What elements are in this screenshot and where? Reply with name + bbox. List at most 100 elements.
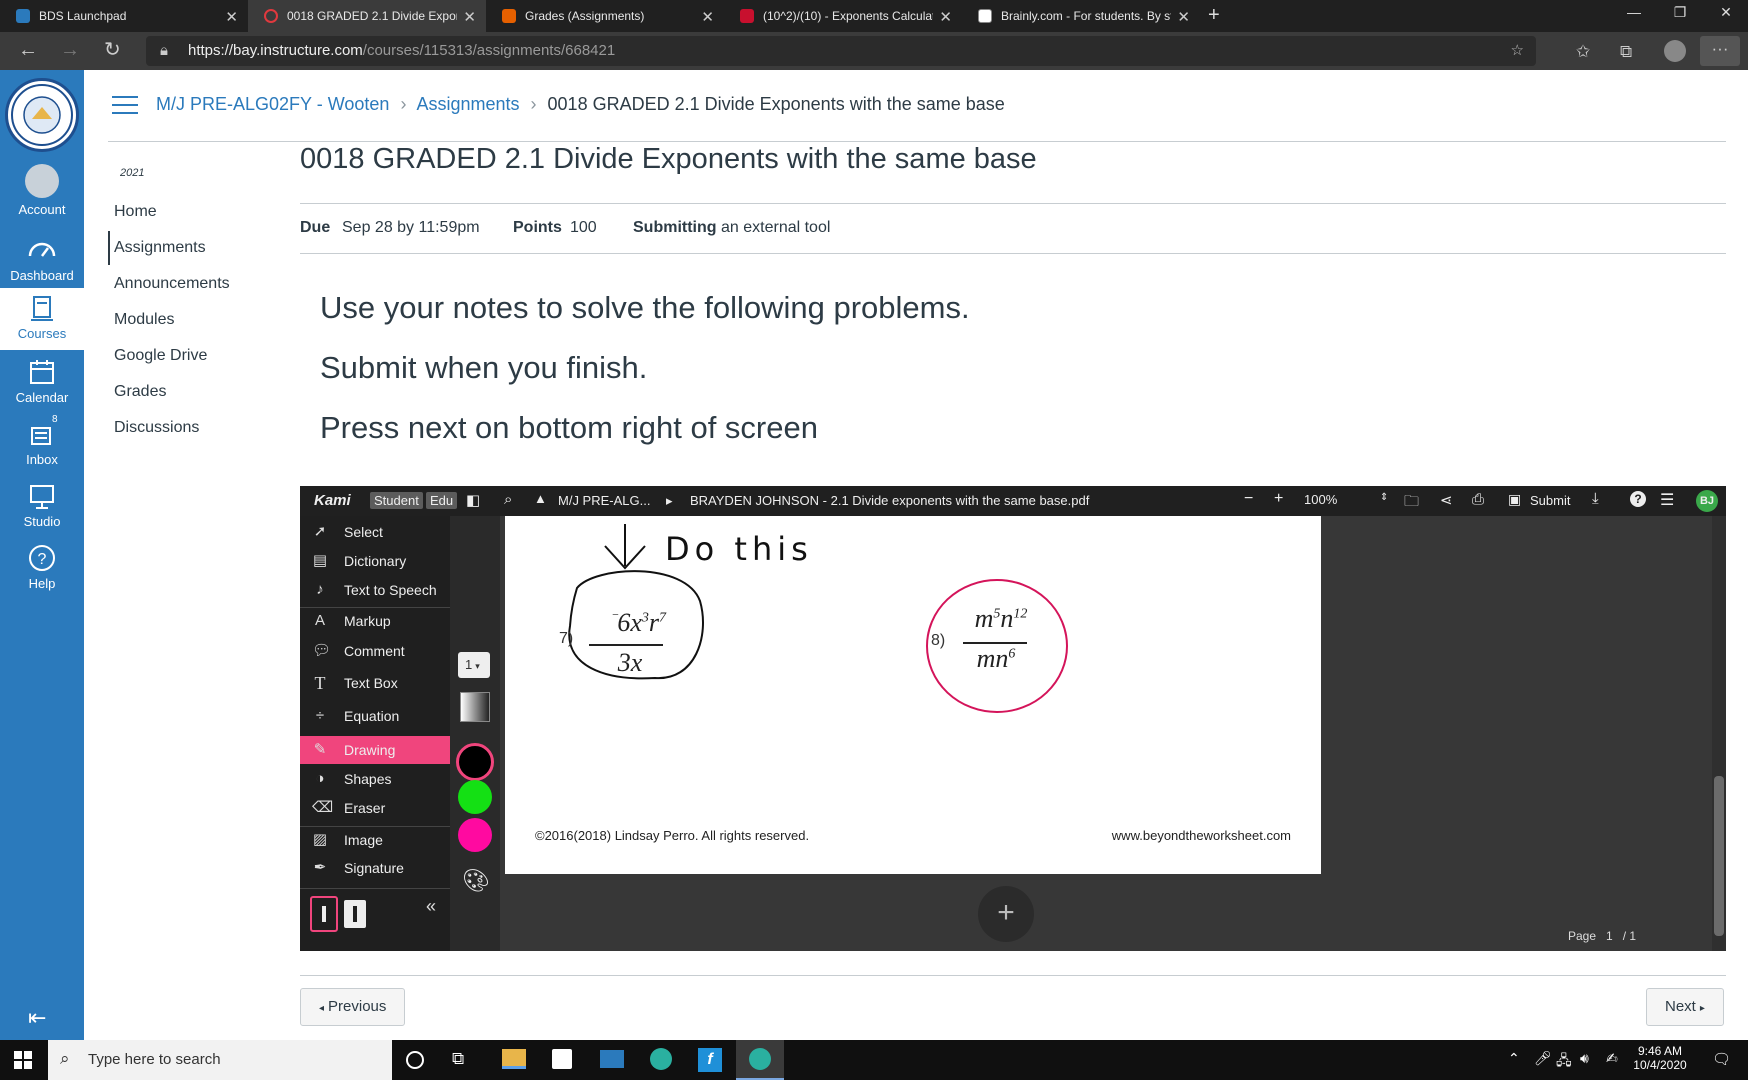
tool-drawing[interactable]: ✎ Drawing [300,736,450,764]
page-current[interactable]: 1 [1606,929,1613,943]
mail-icon[interactable] [600,1050,624,1068]
course-nav-announcements[interactable]: Announcements [114,275,230,293]
school-logo[interactable] [5,78,79,152]
windows-start-icon[interactable] [14,1051,32,1069]
network-icon[interactable]: 🖧 [1556,1050,1572,1074]
color-swatch-pink[interactable] [458,818,492,852]
sidebar-toggle-icon[interactable]: ◧ [466,491,480,509]
zoom-select[interactable]: 100% ⇕ [1304,492,1388,507]
nav-help[interactable]: ? Help [0,538,84,598]
close-window-icon[interactable]: ✕ [1706,4,1746,21]
minimize-icon[interactable]: — [1614,4,1654,20]
dock-left-button[interactable] [310,896,338,932]
close-tab-icon[interactable]: ✕ [939,8,952,26]
download-icon[interactable]: ⤓ [1592,490,1599,507]
edge-icon[interactable] [650,1048,672,1070]
breadcrumb-assignments-link[interactable]: Assignments [416,94,519,114]
palette-icon[interactable]: 🎨︎ [462,868,490,894]
dock-right-button[interactable] [344,900,366,928]
pen-icon[interactable]: ✍ [1606,1050,1618,1067]
nav-courses[interactable]: Courses [0,288,84,350]
tool-equation[interactable]: ÷ Equation [300,702,450,730]
kami-submit-button[interactable]: Submit [1530,493,1570,508]
search-icon[interactable]: ⌕ [504,491,512,508]
clock[interactable]: 9:46 AM 10/4/2020 [1628,1044,1692,1072]
kami-menu-icon[interactable]: ☰ [1660,490,1674,510]
student-mode-button[interactable]: Student [370,492,423,509]
close-tab-icon[interactable]: ✕ [463,8,476,26]
tool-dictionary[interactable]: ▤ Dictionary [300,547,450,575]
collapse-nav-icon[interactable]: ⇤ [28,1005,46,1031]
browser-tab-active[interactable]: 0018 GRADED 2.1 Divide Exponen ✕ [248,0,486,32]
zoom-in-icon[interactable]: + [1274,490,1283,508]
collapse-panel-icon[interactable]: « [426,896,436,917]
browser-tab[interactable]: BDS Launchpad ✕ [0,0,248,32]
save-icon[interactable]: ▣ [1508,491,1521,508]
open-folder-icon[interactable]: 🗀 [1404,491,1419,516]
kami-user-avatar[interactable]: BJ [1696,490,1718,512]
tray-chevron-icon[interactable]: ⌃ [1508,1050,1520,1067]
nav-account[interactable]: Account [0,160,84,220]
nav-studio[interactable]: Studio [0,476,84,536]
tool-comment[interactable]: 💬︎ Comment [300,637,450,665]
more-menu-icon[interactable]: ··· [1700,36,1740,66]
stroke-size-select[interactable]: 1 ▾ [458,652,490,678]
tool-text-box[interactable]: T Text Box [300,669,450,697]
url-field[interactable]: 🔒︎ https://bay.instructure.com/courses/1… [146,36,1536,66]
tool-eraser[interactable]: ⌫ Eraser [300,794,450,822]
store-icon[interactable] [552,1049,572,1069]
breadcrumb-course-link[interactable]: M/J PRE-ALG02FY - Wooten [156,94,389,114]
refresh-icon[interactable]: ↻ [104,39,121,61]
zoom-out-icon[interactable]: − [1244,490,1253,508]
new-tab-icon[interactable]: + [1208,4,1220,27]
course-nav-home[interactable]: Home [114,203,157,221]
color-swatch-green[interactable] [458,780,492,814]
course-nav-discussions[interactable]: Discussions [114,419,199,437]
nav-inbox[interactable]: 8 Inbox [0,414,84,474]
collections-icon[interactable]: ⧉ [1620,42,1632,62]
forward-icon[interactable]: → [60,39,80,61]
course-nav-google-drive[interactable]: Google Drive [114,347,207,365]
browser-tab[interactable]: (10^2)/(10) - Exponents Calculat ✕ [724,0,962,32]
tool-image[interactable]: ▨ Image [300,826,450,854]
opacity-swatch[interactable] [460,692,490,722]
print-icon[interactable]: ⎙ [1472,491,1484,508]
close-tab-icon[interactable]: ✕ [701,8,714,26]
edu-mode-button[interactable]: Edu [426,492,458,509]
app-f-icon[interactable]: f [698,1048,722,1072]
active-edge-app[interactable] [736,1040,784,1080]
tool-shapes[interactable]: ◑ Shapes [300,765,450,793]
nav-calendar[interactable]: Calendar [0,352,84,412]
close-tab-icon[interactable]: ✕ [225,8,238,26]
volume-icon[interactable]: 🔊︎ [1580,1050,1589,1067]
share-icon[interactable]: ⋖ [1440,491,1453,509]
file-explorer-icon[interactable] [502,1049,526,1069]
course-nav-grades[interactable]: Grades [114,383,166,401]
browser-tab[interactable]: Brainly.com - For students. By st ✕ [962,0,1200,32]
taskbar-search-box[interactable]: ⌕ Type here to search [48,1040,392,1080]
scrollbar-thumb[interactable] [1714,776,1724,936]
back-icon[interactable]: ← [18,39,38,61]
favorites-icon[interactable]: ✩ [1576,42,1590,62]
course-nav-modules[interactable]: Modules [114,311,174,329]
microphone-icon[interactable]: 🎤︎ [1534,1050,1552,1067]
kami-help-icon[interactable]: ? [1630,491,1646,507]
hamburger-menu-icon[interactable] [112,96,138,114]
kami-folder-link[interactable]: M/J PRE-ALG... [558,493,650,508]
course-nav-assignments[interactable]: Assignments [114,239,206,257]
pdf-page[interactable]: Do this 7) ⁻6x3r7 3x 8) m5n12 mn6 ©2016(… [505,516,1321,874]
favorite-star-icon[interactable]: ☆ [1511,36,1524,66]
add-page-button[interactable]: + [978,886,1034,942]
task-view-icon[interactable]: ⧉ [452,1049,464,1069]
profile-icon[interactable] [1664,40,1686,62]
close-tab-icon[interactable]: ✕ [1177,8,1190,26]
tool-markup[interactable]: A Markup [300,607,450,635]
restore-icon[interactable]: ❐ [1660,4,1700,21]
nav-dashboard[interactable]: Dashboard [0,230,84,290]
next-button[interactable]: Next ▸ [1646,988,1724,1026]
previous-button[interactable]: ◂ Previous [300,988,406,1026]
browser-tab[interactable]: Grades (Assignments) ✕ [486,0,724,32]
scrollbar[interactable] [1712,516,1726,951]
tool-text-to-speech[interactable]: ♪ Text to Speech [300,576,450,604]
cortana-icon[interactable] [406,1051,424,1069]
